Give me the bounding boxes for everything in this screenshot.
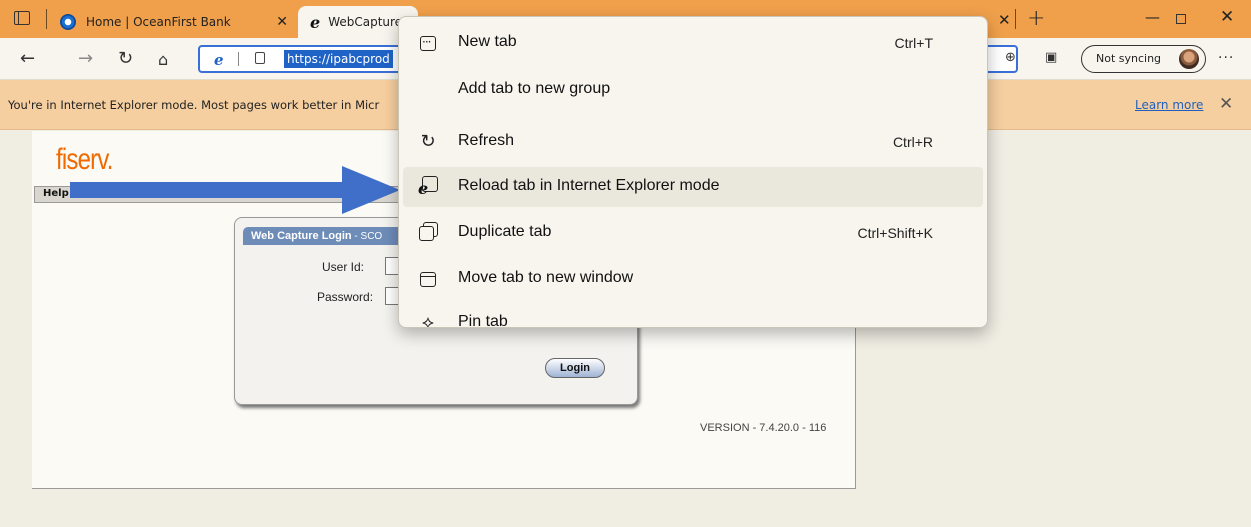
address-divider bbox=[238, 52, 239, 66]
close-tab-icon[interactable]: ✕ bbox=[998, 11, 1011, 29]
login-title-text: Web Capture Login bbox=[251, 230, 352, 242]
annotation-arrow bbox=[70, 166, 400, 214]
learn-more-link[interactable]: Learn more bbox=[1135, 98, 1203, 112]
profile-sync-button[interactable]: Not syncing bbox=[1081, 45, 1206, 73]
new-tab-icon bbox=[417, 31, 439, 54]
tab-label: WebCapture bbox=[328, 15, 403, 29]
maximize-icon[interactable] bbox=[1176, 14, 1186, 24]
tab-label: Home | OceanFirst Bank bbox=[86, 15, 231, 29]
user-id-label: User Id: bbox=[322, 260, 365, 274]
password-label: Password: bbox=[317, 290, 374, 304]
menu-item-shortcut: Ctrl+T bbox=[894, 35, 934, 51]
avatar bbox=[1179, 49, 1199, 69]
edge-favicon-icon bbox=[60, 14, 76, 30]
menu-item-label: Reload tab in Internet Explorer mode bbox=[458, 177, 720, 194]
tab-actions-icon[interactable] bbox=[14, 11, 30, 25]
menu-item-label: Move tab to new window bbox=[458, 269, 634, 286]
wallet-icon[interactable]: ▣ bbox=[1045, 50, 1057, 65]
menu-item-label: Pin tab bbox=[458, 313, 508, 328]
forward-arrow-icon[interactable]: → bbox=[78, 48, 93, 69]
new-tab-plus-icon[interactable]: + bbox=[1027, 6, 1045, 31]
menu-item-add-to-group[interactable]: Add tab to new group bbox=[403, 70, 983, 110]
duplicate-icon bbox=[417, 222, 439, 244]
more-options-icon[interactable]: ··· bbox=[1218, 50, 1234, 66]
back-arrow-icon[interactable]: ← bbox=[20, 48, 35, 69]
pin-icon: ⟡ bbox=[422, 312, 434, 328]
tab-home-oceanfirst[interactable]: Home | OceanFirst Bank ✕ bbox=[60, 6, 296, 38]
menu-item-label: New tab bbox=[458, 33, 517, 50]
collections-icon[interactable]: ⊕ bbox=[1005, 50, 1016, 65]
url-text[interactable]: https://ipabcprod bbox=[284, 50, 393, 68]
menu-item-label: Duplicate tab bbox=[458, 223, 552, 240]
ie-favicon-icon: e bbox=[310, 12, 321, 32]
close-tab-icon[interactable]: ✕ bbox=[276, 14, 288, 30]
login-button[interactable]: Login bbox=[545, 358, 605, 378]
menu-item-new-tab[interactable]: New tab Ctrl+T bbox=[403, 23, 983, 63]
login-title-suffix: - SCO bbox=[351, 231, 383, 242]
infobar-message: You're in Internet Explorer mode. Most p… bbox=[8, 98, 380, 112]
menu-item-reload-ie-mode[interactable]: e Reload tab in Internet Explorer mode bbox=[403, 167, 983, 207]
window-close-icon[interactable]: ✕ bbox=[1220, 7, 1234, 27]
ie-mode-icon: e bbox=[417, 176, 439, 198]
help-menu-item[interactable]: Help bbox=[43, 188, 69, 199]
minimize-icon[interactable]: — bbox=[1145, 8, 1160, 26]
lock-icon[interactable] bbox=[255, 52, 265, 64]
tab-separator bbox=[1015, 9, 1016, 29]
home-icon[interactable]: ⌂ bbox=[158, 50, 168, 69]
menu-item-duplicate-tab[interactable]: Duplicate tab Ctrl+Shift+K bbox=[403, 213, 983, 253]
menu-item-shortcut: Ctrl+R bbox=[892, 134, 933, 150]
menu-item-label: Add tab to new group bbox=[458, 80, 611, 97]
menu-item-move-to-window[interactable]: Move tab to new window bbox=[403, 259, 983, 299]
menu-item-pin-tab[interactable]: ⟡ Pin tab bbox=[403, 303, 983, 328]
refresh-icon[interactable]: ↻ bbox=[118, 48, 133, 69]
close-infobar-icon[interactable]: ✕ bbox=[1219, 94, 1233, 114]
refresh-icon: ↻ bbox=[420, 131, 436, 152]
window-icon bbox=[417, 268, 439, 290]
tab-context-menu: New tab Ctrl+T Add tab to new group ↻ Re… bbox=[398, 16, 988, 328]
menu-item-label: Refresh bbox=[458, 132, 515, 149]
version-text: VERSION - 7.4.20.0 - 116 bbox=[700, 422, 827, 434]
login-title: Web Capture Login - SCO bbox=[243, 227, 403, 245]
menu-item-shortcut: Ctrl+Shift+K bbox=[857, 225, 933, 241]
ie-mode-icon[interactable]: e bbox=[214, 51, 224, 69]
menu-item-refresh[interactable]: ↻ Refresh Ctrl+R bbox=[403, 122, 983, 162]
sync-label: Not syncing bbox=[1096, 52, 1162, 65]
tab-separator bbox=[46, 9, 47, 29]
